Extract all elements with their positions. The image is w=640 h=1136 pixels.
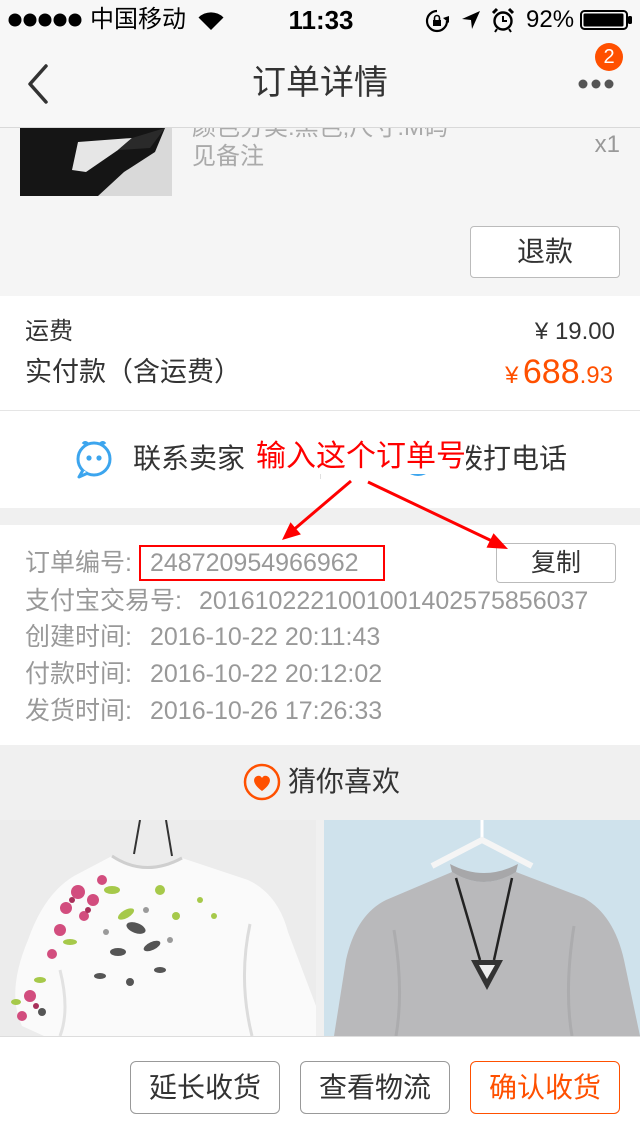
- carrier-name: 中国移动: [90, 6, 186, 33]
- battery-percent: 92%: [526, 6, 575, 33]
- notification-badge: 2: [595, 43, 623, 71]
- heart-icon: [243, 763, 281, 801]
- wifi-icon: [198, 12, 224, 30]
- signal-strength-icon: [8, 13, 82, 27]
- recommend-item-2[interactable]: [324, 820, 640, 1036]
- alarm-icon: [491, 7, 515, 33]
- created-time-label: 创建时间:: [25, 623, 132, 651]
- extend-receipt-button[interactable]: 延长收货: [130, 1061, 280, 1114]
- recommend-item-2-image: [324, 820, 640, 1036]
- shipping-label: 运费: [25, 318, 73, 345]
- paid-time-value: 2016-10-22 20:12:02: [150, 660, 383, 688]
- page-title: 订单详情: [252, 64, 388, 102]
- payment-summary: 运费 ¥ 19.00 实付款（含运费） ¥ 688.93: [0, 296, 640, 411]
- shipped-time-value: 2016-10-26 17:26:33: [150, 697, 383, 725]
- status-bar: 中国移动 11:33 92%: [0, 0, 640, 40]
- order-number-value[interactable]: 248720954966962: [139, 545, 385, 581]
- shipping-value: ¥ 19.00: [534, 318, 615, 345]
- more-button[interactable]: 2: [574, 43, 623, 94]
- recommend-header: 猜你喜欢: [0, 745, 640, 820]
- nav-bar: 订单详情 2: [0, 40, 640, 128]
- paid-time-label: 付款时间:: [25, 660, 132, 688]
- total-label: 实付款（含运费）: [25, 357, 241, 387]
- alipay-trade-value: 2016102221001001402575856037: [199, 587, 589, 615]
- created-time-row: 创建时间: 2016-10-22 20:11:43: [25, 621, 380, 653]
- refund-button[interactable]: 退款: [470, 226, 620, 278]
- orientation-lock-icon: [425, 9, 449, 33]
- alipay-trade-label: 支付宝交易号:: [25, 587, 182, 615]
- created-time-value: 2016-10-22 20:11:43: [150, 623, 381, 651]
- product-quantity: x1: [594, 131, 620, 158]
- call-seller-label: 拨打电话: [455, 443, 568, 474]
- shipped-time-label: 发货时间:: [25, 697, 132, 725]
- bottom-action-bar: 延长收货 查看物流 确认收货: [0, 1036, 640, 1136]
- product-section: 颜色分类:黑色;尺寸:M码 见备注 x1 退款: [0, 128, 640, 296]
- location-icon: [462, 11, 480, 29]
- shipped-time-row: 发货时间: 2016-10-26 17:26:33: [25, 695, 382, 727]
- contact-seller-label: 联系卖家: [133, 443, 246, 474]
- back-button[interactable]: [20, 62, 60, 106]
- recommend-title: 猜你喜欢: [288, 766, 401, 797]
- recommend-item-1[interactable]: [0, 820, 316, 1036]
- annotation-text: 输入这个订单号: [256, 440, 466, 474]
- product-thumbnail: [20, 128, 172, 196]
- product-note: 见备注: [192, 143, 264, 170]
- status-time: 11:33: [288, 5, 354, 35]
- view-logistics-button[interactable]: 查看物流: [300, 1061, 450, 1114]
- more-dots-icon: [578, 79, 614, 89]
- recommend-item-1-image: [0, 820, 316, 1036]
- total-decimal: .93: [579, 362, 613, 389]
- order-info-section: 订单编号: 248720954966962 复制 支付宝交易号: 2016102…: [0, 525, 640, 745]
- alipay-trade-row: 支付宝交易号: 2016102221001001402575856037: [25, 585, 588, 617]
- total-currency: ¥: [505, 362, 519, 389]
- chevron-left-icon: [28, 64, 48, 104]
- confirm-receipt-button[interactable]: 确认收货: [470, 1061, 620, 1114]
- order-number-label: 订单编号:: [25, 549, 132, 577]
- total-integer: 688: [522, 353, 580, 391]
- total-amount: ¥ 688.93: [505, 350, 613, 401]
- battery-icon: [580, 10, 632, 30]
- copy-button[interactable]: 复制: [496, 543, 616, 583]
- chat-bubble-icon: [76, 441, 112, 479]
- order-number-row: 订单编号: 248720954966962: [25, 545, 385, 581]
- paid-time-row: 付款时间: 2016-10-22 20:12:02: [25, 658, 382, 690]
